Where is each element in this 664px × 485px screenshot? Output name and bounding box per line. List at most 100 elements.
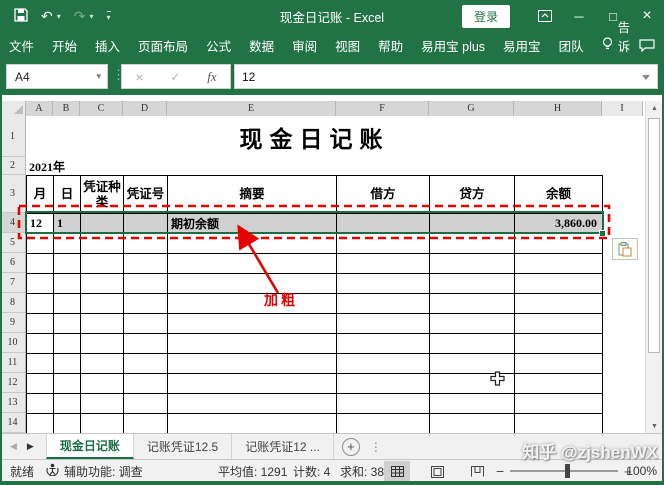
empty-cell[interactable] bbox=[430, 274, 515, 294]
ribbon-display-options-icon[interactable] bbox=[528, 0, 562, 32]
insert-function-icon[interactable]: fx bbox=[207, 69, 216, 85]
empty-cell[interactable] bbox=[430, 374, 515, 394]
empty-cell[interactable] bbox=[81, 254, 124, 274]
empty-cell[interactable] bbox=[27, 274, 54, 294]
empty-cell[interactable] bbox=[168, 394, 337, 414]
column-header-G[interactable]: G bbox=[429, 101, 514, 116]
name-box-dropdown-icon[interactable]: ▾ bbox=[96, 71, 101, 82]
empty-cell[interactable] bbox=[81, 294, 124, 314]
sheet-tab-2[interactable]: 记账凭证12 ... bbox=[232, 434, 334, 459]
row-header-2[interactable]: 2 bbox=[0, 157, 26, 175]
empty-cell[interactable] bbox=[515, 254, 603, 274]
header-cell-0[interactable]: 月 bbox=[27, 176, 54, 214]
column-header-E[interactable]: E bbox=[167, 101, 336, 116]
comment-icon[interactable] bbox=[639, 39, 655, 52]
empty-cell[interactable] bbox=[430, 234, 515, 254]
empty-cell[interactable] bbox=[337, 294, 430, 314]
zoom-slider-thumb[interactable] bbox=[565, 464, 570, 478]
ribbon-tab-11[interactable]: 团队 bbox=[550, 32, 593, 58]
empty-cell[interactable] bbox=[337, 234, 430, 254]
empty-cell[interactable] bbox=[81, 314, 124, 334]
empty-cell[interactable] bbox=[515, 274, 603, 294]
row-header-10[interactable]: 10 bbox=[0, 333, 26, 353]
empty-cell[interactable] bbox=[430, 294, 515, 314]
empty-cell[interactable] bbox=[124, 414, 168, 433]
sheet-title-cell[interactable]: 现金日记账 bbox=[26, 116, 603, 157]
empty-cell[interactable] bbox=[337, 414, 430, 433]
empty-cell[interactable] bbox=[515, 234, 603, 254]
empty-cell[interactable] bbox=[54, 394, 81, 414]
data-cell-0[interactable]: 12 bbox=[27, 214, 54, 234]
vertical-scrollbar[interactable]: ▲ ▼ bbox=[645, 101, 662, 433]
empty-cell[interactable] bbox=[337, 374, 430, 394]
customize-qat-icon[interactable]: ▾ bbox=[107, 11, 111, 22]
column-header-C[interactable]: C bbox=[80, 101, 123, 116]
view-page-break-button[interactable] bbox=[464, 461, 490, 482]
row-header-13[interactable]: 13 bbox=[0, 393, 26, 413]
empty-cell[interactable] bbox=[168, 354, 337, 374]
empty-cell[interactable] bbox=[124, 234, 168, 254]
data-cell-5[interactable] bbox=[337, 214, 430, 234]
header-cell-6[interactable]: 贷方 bbox=[430, 176, 515, 214]
save-icon[interactable] bbox=[14, 8, 28, 24]
empty-cell[interactable] bbox=[27, 374, 54, 394]
sheet-nav-right-icon[interactable]: ▶ bbox=[27, 441, 34, 452]
ribbon-tab-4[interactable]: 公式 bbox=[197, 32, 240, 58]
empty-cell[interactable] bbox=[81, 234, 124, 254]
sheet-tab-options-icon[interactable]: ⋮ bbox=[362, 434, 390, 459]
ribbon-tab-0[interactable]: 文件 bbox=[0, 32, 43, 58]
empty-cell[interactable] bbox=[124, 254, 168, 274]
empty-cell[interactable] bbox=[54, 414, 81, 433]
empty-cell[interactable] bbox=[337, 354, 430, 374]
empty-cell[interactable] bbox=[430, 254, 515, 274]
empty-cell[interactable] bbox=[515, 314, 603, 334]
login-button[interactable]: 登录 bbox=[462, 5, 510, 28]
row-header-7[interactable]: 7 bbox=[0, 273, 26, 293]
data-cell-2[interactable] bbox=[81, 214, 124, 234]
empty-cell[interactable] bbox=[337, 314, 430, 334]
empty-cell[interactable] bbox=[168, 334, 337, 354]
header-cell-4[interactable]: 摘要 bbox=[168, 176, 337, 214]
ribbon-tab-7[interactable]: 视图 bbox=[326, 32, 369, 58]
zoom-slider-track[interactable] bbox=[510, 470, 618, 472]
ribbon-tab-2[interactable]: 插入 bbox=[86, 32, 129, 58]
empty-cell[interactable] bbox=[27, 314, 54, 334]
empty-cell[interactable] bbox=[81, 354, 124, 374]
row-header-12[interactable]: 12 bbox=[0, 373, 26, 393]
header-cell-3[interactable]: 凭证号 bbox=[124, 176, 168, 214]
empty-cell[interactable] bbox=[124, 334, 168, 354]
empty-cell[interactable] bbox=[515, 414, 603, 433]
empty-cell[interactable] bbox=[168, 414, 337, 433]
name-box[interactable]: A4 ▾ bbox=[6, 64, 108, 89]
empty-cell[interactable] bbox=[124, 314, 168, 334]
empty-cell[interactable] bbox=[27, 354, 54, 374]
data-cell-4[interactable]: 期初余额 bbox=[168, 214, 337, 234]
empty-cell[interactable] bbox=[54, 314, 81, 334]
empty-cell[interactable] bbox=[168, 274, 337, 294]
empty-cell[interactable] bbox=[124, 294, 168, 314]
column-header-H[interactable]: H bbox=[514, 101, 602, 116]
ribbon-tab-9[interactable]: 易用宝 plus bbox=[412, 32, 494, 58]
empty-cell[interactable] bbox=[81, 414, 124, 433]
empty-cell[interactable] bbox=[54, 354, 81, 374]
empty-cell[interactable] bbox=[81, 274, 124, 294]
empty-cell[interactable] bbox=[54, 294, 81, 314]
row-header-11[interactable]: 11 bbox=[0, 353, 26, 373]
empty-cell[interactable] bbox=[54, 234, 81, 254]
empty-cell[interactable] bbox=[81, 334, 124, 354]
minimize-button[interactable]: ─ bbox=[562, 0, 596, 32]
empty-cell[interactable] bbox=[430, 354, 515, 374]
empty-cell[interactable] bbox=[337, 334, 430, 354]
row-header-4[interactable]: 4 bbox=[0, 213, 26, 233]
zoom-level[interactable]: 100% bbox=[626, 460, 657, 482]
empty-cell[interactable] bbox=[430, 394, 515, 414]
empty-cell[interactable] bbox=[124, 374, 168, 394]
confirm-entry-icon[interactable]: ✓ bbox=[170, 70, 180, 84]
header-cell-5[interactable]: 借方 bbox=[337, 176, 430, 214]
ribbon-tab-5[interactable]: 数据 bbox=[240, 32, 283, 58]
row-header-6[interactable]: 6 bbox=[0, 253, 26, 273]
empty-cell[interactable] bbox=[515, 394, 603, 414]
undo-icon[interactable]: ↶ bbox=[41, 9, 53, 23]
row-header-14[interactable]: 14 bbox=[0, 413, 26, 433]
empty-cell[interactable] bbox=[54, 334, 81, 354]
